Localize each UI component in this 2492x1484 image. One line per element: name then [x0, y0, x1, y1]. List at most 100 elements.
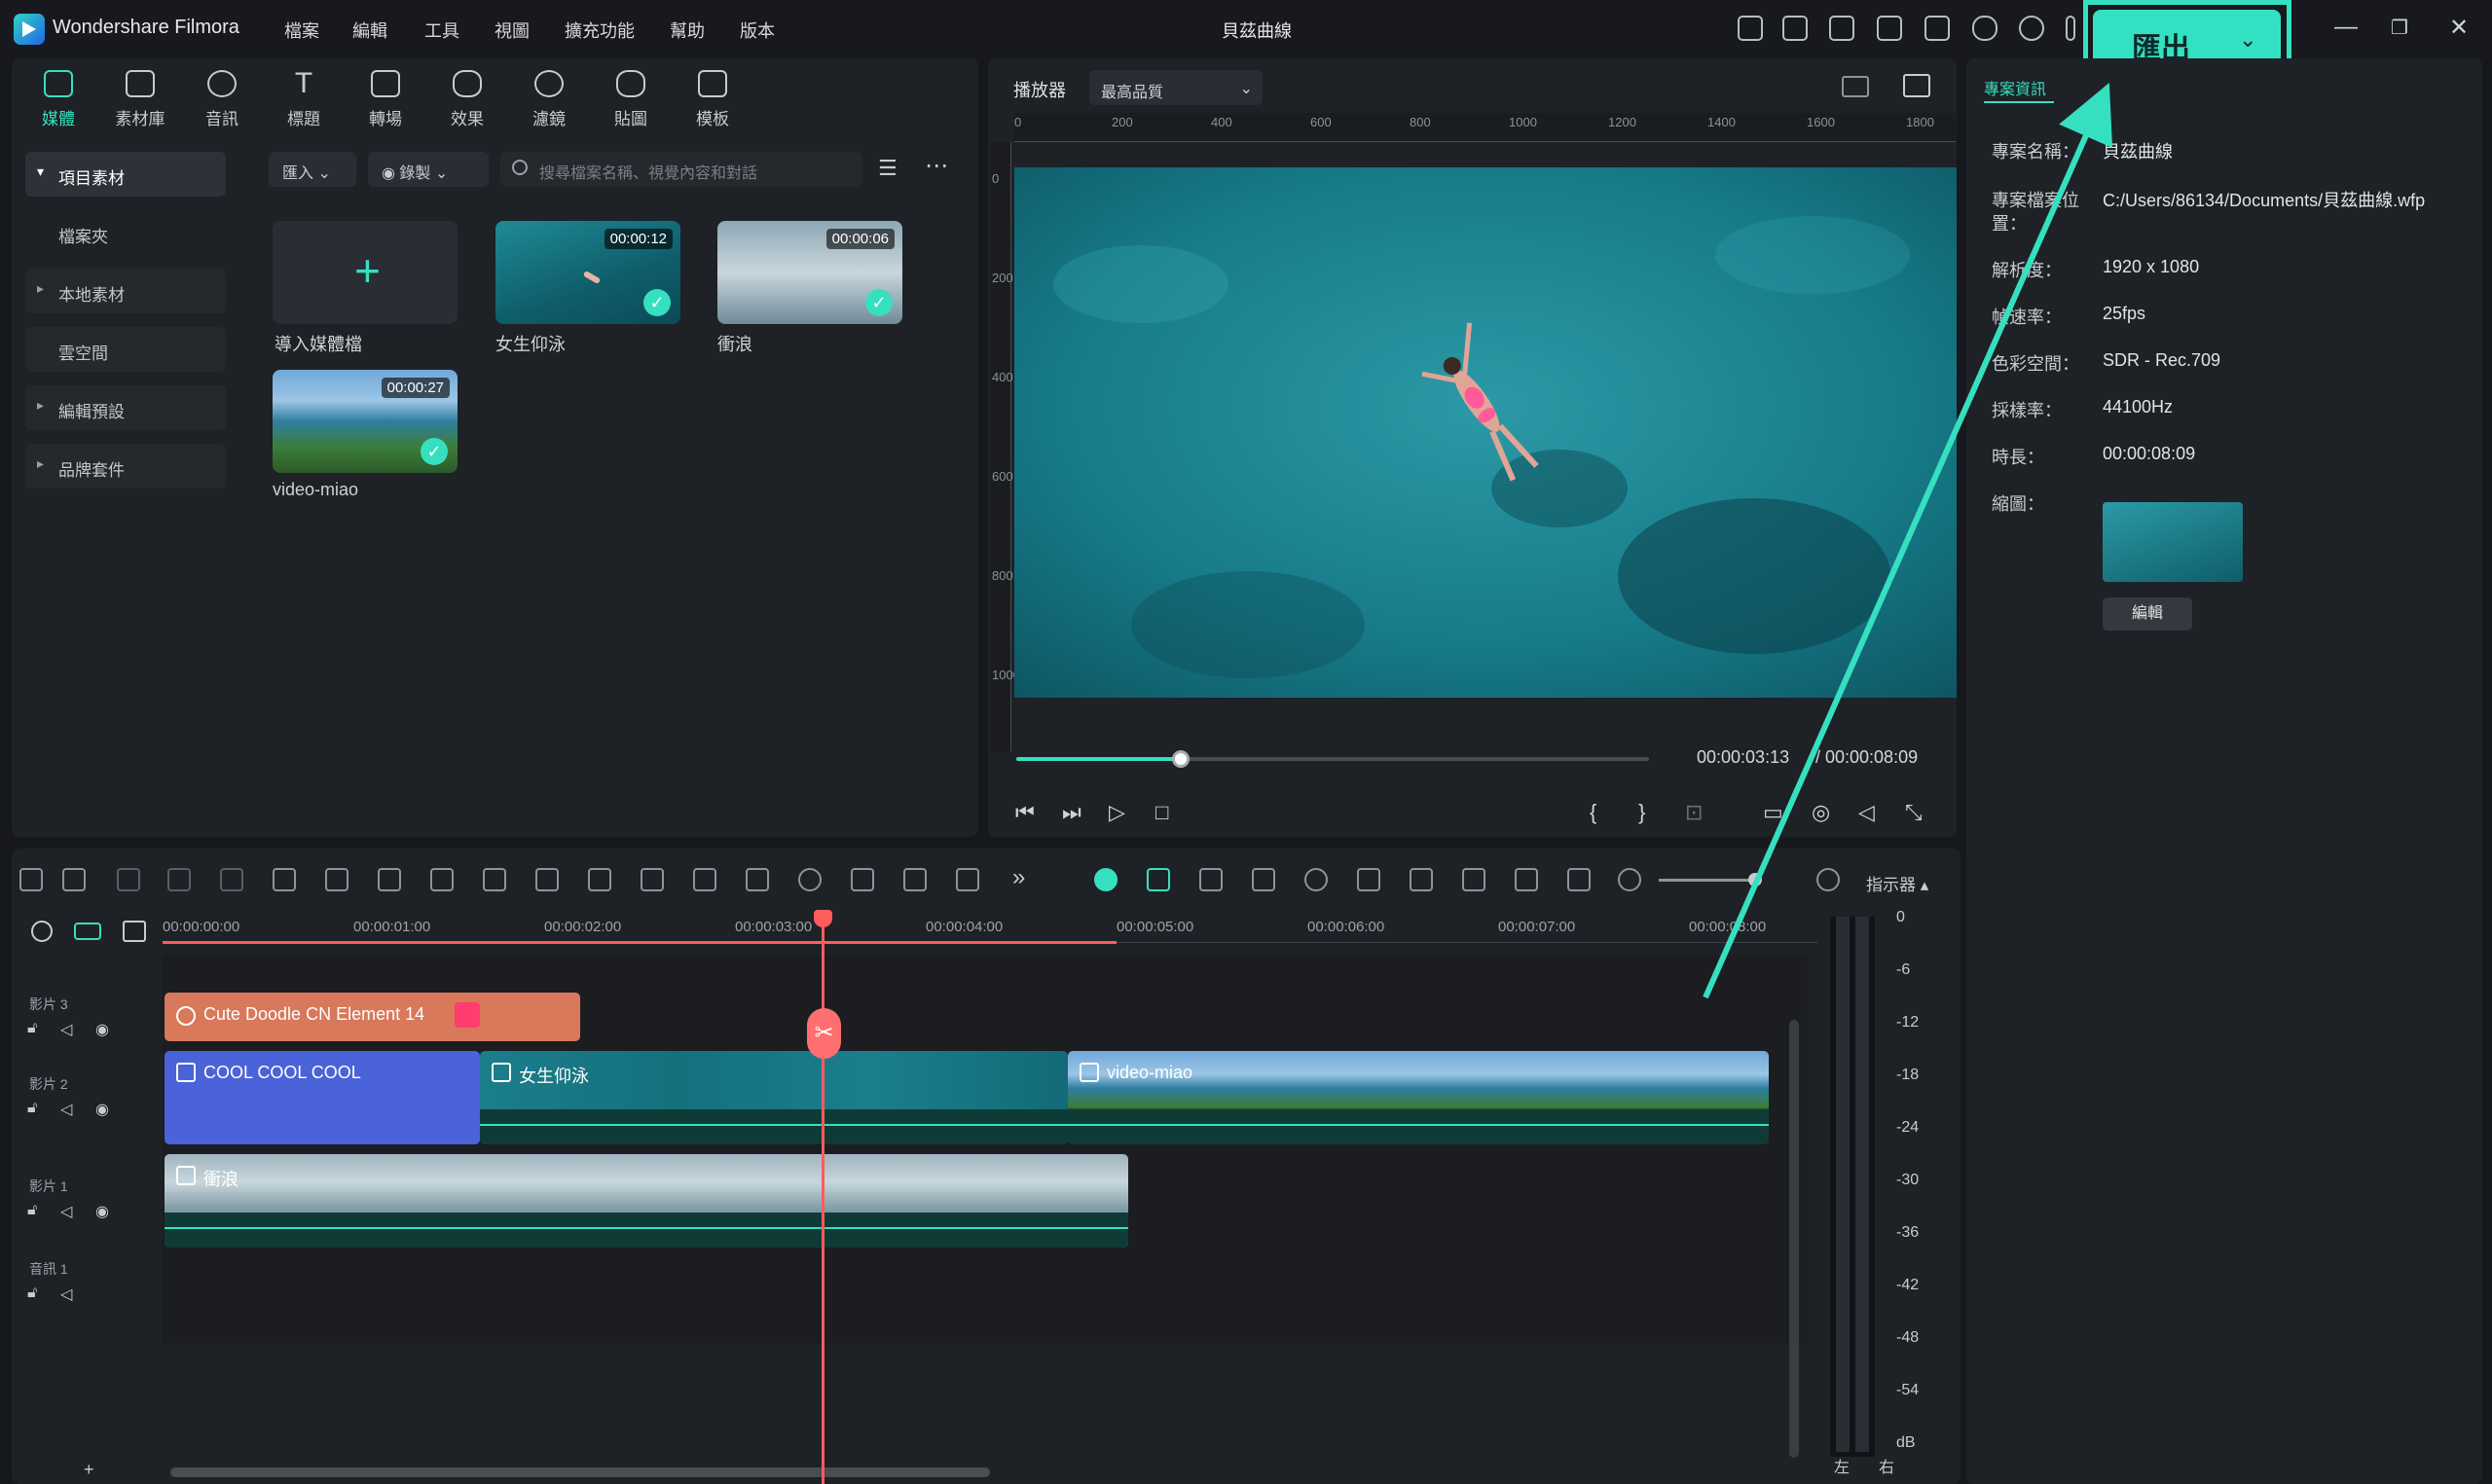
close-icon[interactable]: ✕	[2449, 14, 2469, 42]
prev-frame-icon[interactable]: ⏮	[1015, 800, 1035, 825]
eye-icon[interactable]: ◉	[95, 1020, 109, 1039]
ai-icon[interactable]	[693, 868, 716, 891]
import-media-tile[interactable]: +	[273, 221, 458, 324]
split-icon[interactable]	[273, 868, 296, 891]
menu-extensions[interactable]: 擴充功能	[565, 18, 635, 43]
quality-dropdown[interactable]: 最高品質 ⌄	[1089, 70, 1263, 105]
edit-thumbnail-button[interactable]: 編輯	[2103, 597, 2192, 631]
lock-icon[interactable]: 🔓︎	[27, 1100, 37, 1117]
marker-icon[interactable]	[1357, 868, 1380, 891]
import-dropdown[interactable]: 匯入 ⌄	[269, 152, 356, 187]
track-manager-icon[interactable]	[123, 921, 146, 942]
filter-sort-icon[interactable]: ☰	[878, 156, 898, 181]
playback-progress[interactable]	[1016, 750, 1649, 768]
minimize-icon[interactable]: —	[2334, 14, 2358, 41]
sidebar-item-project-media[interactable]: 項目素材	[25, 152, 226, 197]
tab-effects[interactable]: 效果	[432, 66, 502, 136]
search-input[interactable]: 搜尋檔案名稱、視覺內容和對話	[500, 152, 862, 187]
next-frame-icon[interactable]: ⏭	[1062, 800, 1081, 825]
playhead[interactable]	[822, 910, 825, 1484]
tab-titles[interactable]: T 標題	[269, 66, 339, 136]
zoom-out-icon[interactable]	[1618, 868, 1641, 891]
lock-icon[interactable]: 🔓︎	[27, 1020, 37, 1037]
indicator-dropdown[interactable]: 指示器 ▴	[1866, 871, 1928, 895]
eye-icon[interactable]: ◉	[95, 1202, 109, 1221]
record-dropdown[interactable]: ◉ 錄製 ⌄	[368, 152, 489, 187]
lock-icon[interactable]: 🔓︎	[27, 1285, 37, 1302]
speaker-icon[interactable]: ◁	[60, 1202, 72, 1221]
eye-icon[interactable]: ◉	[95, 1100, 109, 1119]
insert-icon[interactable]: ⊡	[1685, 800, 1703, 825]
tab-audio[interactable]: 音訊	[187, 66, 257, 136]
motion-icon[interactable]	[1252, 868, 1275, 891]
horizontal-scrollbar[interactable]	[170, 1467, 990, 1477]
layout-icon[interactable]	[19, 868, 43, 891]
undo-icon[interactable]	[117, 868, 140, 891]
tab-media[interactable]: 媒體	[23, 66, 93, 136]
ai-assistant-icon[interactable]	[1094, 868, 1118, 891]
tab-stickers[interactable]: 貼圖	[596, 66, 666, 136]
adjust-icon[interactable]	[956, 868, 979, 891]
menu-file[interactable]: 檔案	[284, 18, 319, 43]
select-arrow-icon[interactable]	[62, 868, 86, 891]
tab-templates[interactable]: 模板	[678, 66, 748, 136]
media-thumb-surf[interactable]: 00:00:06 ✓	[717, 221, 902, 324]
redo-icon[interactable]	[167, 868, 191, 891]
shape-icon[interactable]	[483, 868, 506, 891]
zoom-slider[interactable]	[1659, 879, 1756, 882]
chevron-down-icon[interactable]: ⌄	[2239, 27, 2256, 53]
audio-icon[interactable]	[378, 868, 401, 891]
zoom-fit-icon[interactable]	[1567, 868, 1591, 891]
lock-icon[interactable]: 🔓︎	[27, 1202, 37, 1219]
play-icon[interactable]: ▷	[1109, 800, 1125, 825]
timer-icon[interactable]	[798, 868, 822, 891]
speaker-icon[interactable]: ◁	[60, 1020, 72, 1039]
playhead-handle[interactable]	[814, 910, 832, 927]
sidebar-item-local[interactable]: 本地素材	[25, 269, 226, 313]
mark-out-icon[interactable]: }	[1638, 800, 1645, 825]
link-icon[interactable]	[74, 923, 101, 940]
sidebar-item-presets[interactable]: 編輯預設	[25, 385, 226, 430]
snap-icon[interactable]	[1147, 868, 1170, 891]
color-icon[interactable]	[588, 868, 611, 891]
media-thumb-miao[interactable]: 00:00:27 ✓	[273, 370, 458, 473]
menu-edit[interactable]: 編輯	[352, 18, 387, 43]
menu-view[interactable]: 視圖	[495, 18, 530, 43]
menu-version[interactable]: 版本	[740, 18, 775, 43]
zoom-in-icon[interactable]	[1816, 868, 1840, 891]
mask-icon[interactable]	[641, 868, 664, 891]
zoom-knob[interactable]	[1748, 873, 1762, 887]
grid-icon[interactable]	[2066, 16, 2075, 41]
video-clip-miao[interactable]: video-miao	[1068, 1051, 1769, 1144]
cloud-upload-icon[interactable]	[1972, 16, 1997, 41]
image-icon[interactable]	[1903, 74, 1930, 97]
vertical-scrollbar[interactable]	[1789, 1020, 1799, 1458]
snapshot-icon[interactable]: ◎	[1812, 800, 1830, 825]
render-icon[interactable]	[1304, 868, 1328, 891]
delete-icon[interactable]	[220, 868, 243, 891]
stop-icon[interactable]: □	[1155, 800, 1168, 825]
media-thumb-swim[interactable]: 00:00:12 ✓	[495, 221, 680, 324]
menu-tools[interactable]: 工具	[424, 18, 459, 43]
grid-view-icon[interactable]	[1842, 76, 1869, 97]
clipboard-icon[interactable]	[1829, 16, 1854, 41]
speaker-icon[interactable]: ◁	[60, 1100, 72, 1119]
crop-icon[interactable]	[325, 868, 348, 891]
more-icon[interactable]: ⋯	[925, 152, 948, 180]
video-clip-swim[interactable]: 女生仰泳	[480, 1051, 1068, 1144]
tab-transitions[interactable]: 轉場	[350, 66, 421, 136]
headset-icon[interactable]	[2019, 16, 2044, 41]
send-icon[interactable]	[1782, 16, 1808, 41]
sidebar-item-cloud[interactable]: 雲空間	[25, 327, 226, 372]
video-preview[interactable]	[1014, 167, 1957, 698]
display-icon[interactable]: ▭	[1763, 800, 1783, 825]
menu-help[interactable]: 幫助	[670, 18, 705, 43]
pip-icon[interactable]	[1515, 868, 1538, 891]
keyframe-icon[interactable]	[903, 868, 927, 891]
fit-icon[interactable]	[851, 868, 874, 891]
sticker-clip[interactable]: Cute Doodle CN Element 14	[165, 993, 580, 1041]
text-icon[interactable]	[430, 868, 454, 891]
tab-project-info[interactable]: 專案資訊	[1984, 76, 2046, 99]
sidebar-item-brand-kit[interactable]: 品牌套件	[25, 444, 226, 489]
sidebar-item-folder[interactable]: 檔案夾	[25, 210, 226, 255]
